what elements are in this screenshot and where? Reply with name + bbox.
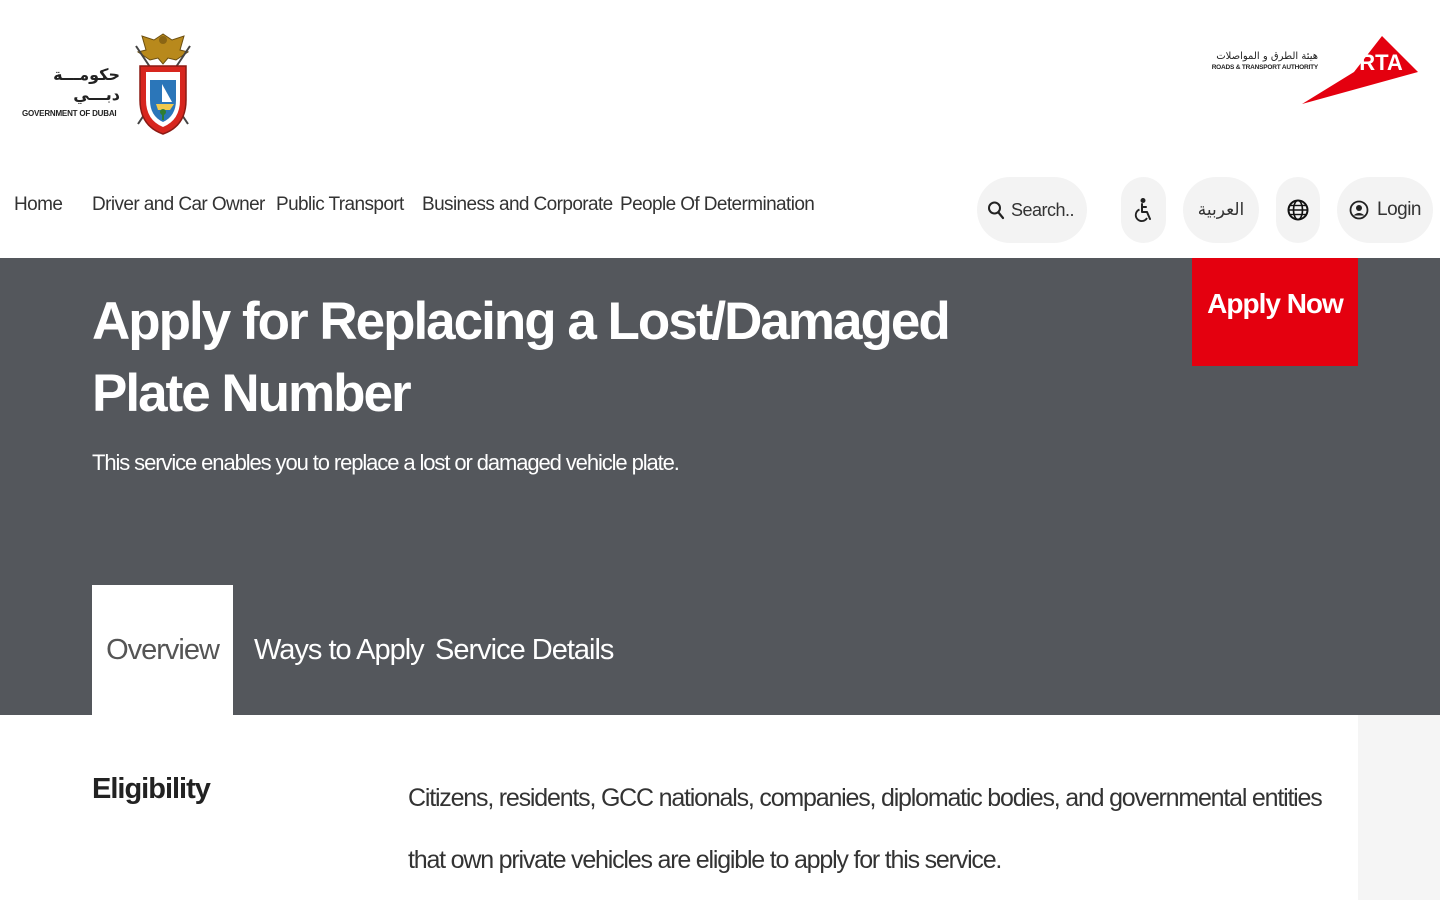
- login-label: Login: [1377, 199, 1422, 220]
- login-button[interactable]: Login: [1337, 177, 1433, 243]
- page-title: Apply for Replacing a Lost/Damaged Plate…: [92, 292, 951, 423]
- accessibility-icon: [1134, 198, 1151, 222]
- page-subtitle: This service enables you to replace a lo…: [92, 450, 680, 475]
- apply-now-button[interactable]: Apply Now: [1192, 258, 1358, 366]
- gov-logo-text: حكومـــة دبـــي GOVERNMENT OF DUBAI: [22, 65, 126, 118]
- eligibility-text: Citizens, residents, GCC nationals, comp…: [408, 784, 1323, 874]
- nav-item-business-and-corporate[interactable]: Business and Corporate: [422, 194, 613, 216]
- rta-mark-icon: RTA: [1302, 36, 1418, 104]
- site-header: حكومـــة دبـــي GOVERNMENT OF DUBAI هيئة…: [0, 0, 1440, 258]
- tab-ways-to-apply[interactable]: Ways to Apply: [254, 585, 425, 715]
- main-nav: Home Driver and Car Owner Public Transpo…: [0, 176, 1440, 243]
- search-icon: [988, 201, 1005, 220]
- nav-item-home[interactable]: Home: [14, 194, 63, 216]
- gov-logo-arabic: حكومـــة دبـــي: [53, 65, 120, 104]
- nav-item-people-of-determination[interactable]: People Of Determination: [620, 194, 815, 216]
- user-icon: [1349, 200, 1369, 220]
- service-hero: Apply for Replacing a Lost/Damaged Plate…: [0, 258, 1440, 715]
- nav-item-public-transport[interactable]: Public Transport: [276, 194, 404, 216]
- government-of-dubai-logo[interactable]: حكومـــة دبـــي GOVERNMENT OF DUBAI: [22, 30, 202, 140]
- dubai-emblem-icon: [135, 33, 191, 135]
- language-arabic-button[interactable]: العربية: [1183, 177, 1259, 243]
- content-side-rail: [1358, 715, 1440, 900]
- gov-logo-english: GOVERNMENT OF DUBAI: [22, 109, 117, 118]
- tab-service-details[interactable]: Service Details: [435, 585, 614, 715]
- nav-item-driver-and-car-owner[interactable]: Driver and Car Owner: [92, 194, 265, 216]
- accessibility-button[interactable]: [1121, 177, 1166, 243]
- language-arabic-label: العربية: [1197, 200, 1245, 220]
- globe-button[interactable]: [1276, 177, 1320, 243]
- rta-logo[interactable]: هيئة الطرق و المواصلات ROADS & TRANSPORT…: [1188, 34, 1420, 106]
- rta-mark-text: RTA: [1359, 50, 1403, 75]
- tab-overview[interactable]: Overview: [92, 585, 233, 715]
- overview-panel: Eligibility Citizens, residents, GCC nat…: [0, 715, 1358, 900]
- globe-icon: [1287, 199, 1309, 221]
- search-label: Search..: [1011, 199, 1075, 220]
- search-button[interactable]: Search..: [977, 177, 1087, 243]
- eligibility-heading: Eligibility: [92, 773, 211, 805]
